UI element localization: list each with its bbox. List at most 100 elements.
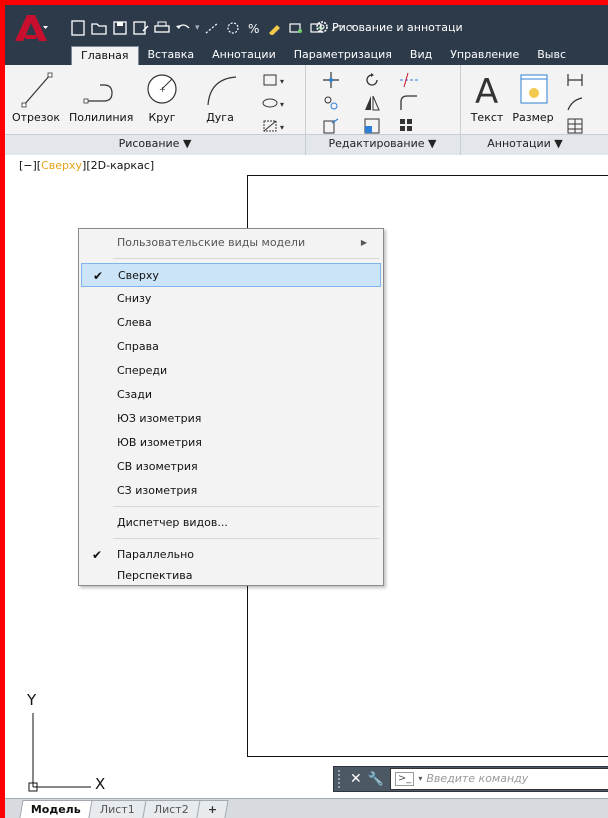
svg-text:+: + — [159, 85, 166, 94]
wrench-icon[interactable]: 🔧 — [368, 772, 384, 787]
arc-tool-button[interactable]: Дуга — [191, 69, 249, 124]
ucs-icon: Y X — [21, 691, 121, 795]
menu-item-custom-model-views[interactable]: Пользовательские виды модели ▶ — [81, 231, 381, 255]
match-properties-icon[interactable] — [203, 19, 221, 37]
menu-item-view-bottom[interactable]: Снизу — [81, 287, 381, 311]
menu-item-view-manager[interactable]: Диспетчер видов... — [81, 511, 381, 535]
layer-icon[interactable] — [224, 19, 242, 37]
viewport-menu-toggle[interactable]: [−][ — [19, 159, 41, 172]
layout-tab-sheet1[interactable]: Лист1 — [88, 800, 147, 818]
viewport-controls[interactable]: [−][Сверху][2D-каркас] — [19, 159, 154, 172]
percent-icon[interactable]: % — [245, 19, 263, 37]
menu-item-view-se-iso[interactable]: ЮВ изометрия — [81, 431, 381, 455]
view-context-menu: Пользовательские виды модели ▶ ✔ Сверху … — [78, 228, 384, 586]
hatch-icon[interactable]: ▾ — [255, 115, 295, 137]
dimension-icon — [520, 74, 548, 104]
text-tool-button[interactable]: A Текст — [465, 69, 509, 124]
menu-item-view-sw-iso[interactable]: ЮЗ изометрия — [81, 407, 381, 431]
tab-output[interactable]: Вывс — [528, 46, 575, 65]
viewport-label-end: ] — [149, 159, 155, 172]
array-icon[interactable] — [393, 115, 433, 137]
line-tool-button[interactable]: Отрезок — [7, 69, 65, 124]
menu-item-label: Сверху — [118, 269, 159, 282]
layout-tab-bar: Модель Лист1 Лист2 + — [5, 798, 608, 818]
visual-style-control[interactable]: 2D-каркас — [91, 159, 150, 172]
polyline-tool-button[interactable]: Полилиния — [69, 69, 133, 124]
menu-item-view-ne-iso[interactable]: СВ изометрия — [81, 455, 381, 479]
open-icon[interactable] — [90, 19, 108, 37]
save-as-icon[interactable] — [132, 19, 150, 37]
ribbon-panel: Отрезок Полилиния + Круг Дуга ▾ ▾ ▾ A Те… — [5, 65, 608, 155]
tab-annotate[interactable]: Аннотации — [203, 46, 285, 65]
annotation-panel-title[interactable]: Аннотации ▼ — [460, 135, 590, 153]
dropdown-arrow-icon[interactable]: ▾ — [418, 769, 422, 789]
stretch-icon[interactable] — [311, 115, 351, 137]
copy-icon[interactable] — [311, 92, 351, 114]
layout-tab-sheet2[interactable]: Лист2 — [142, 800, 201, 818]
menu-item-parallel[interactable]: ✔ Параллельно — [81, 543, 381, 567]
tab-home[interactable]: Главная — [71, 46, 139, 65]
circle-tool-button[interactable]: + Круг — [133, 69, 191, 124]
command-prompt-icon[interactable]: >_ — [394, 772, 415, 786]
move-icon[interactable] — [311, 69, 351, 91]
tab-parametric[interactable]: Параметризация — [285, 46, 401, 65]
menu-item-view-right[interactable]: Справа — [81, 335, 381, 359]
undo-icon[interactable] — [174, 19, 192, 37]
svg-text:%: % — [248, 22, 259, 35]
workspace-switcher[interactable]: Рисование и аннотаци — [315, 16, 463, 38]
tab-view[interactable]: Вид — [401, 46, 441, 65]
rectangle-icon[interactable]: ▾ — [255, 69, 295, 91]
command-line: ✕ 🔧 >_ ▾ Введите команду — [333, 766, 608, 792]
viewport-separator: ][ — [82, 159, 91, 172]
view-control[interactable]: Сверху — [41, 159, 82, 172]
ellipse-icon[interactable]: ▾ — [255, 92, 295, 114]
dropdown-arrow-icon[interactable]: ▾ — [195, 23, 200, 33]
menu-item-view-front[interactable]: Спереди — [81, 359, 381, 383]
line-icon — [21, 72, 53, 108]
gear-icon — [316, 21, 328, 33]
scale-icon[interactable] — [352, 115, 392, 137]
table-icon[interactable] — [561, 115, 601, 137]
tab-insert[interactable]: Вставка — [139, 46, 204, 65]
trim-icon[interactable] — [393, 69, 433, 91]
add-layout-button[interactable]: + — [196, 800, 229, 818]
modify-panel-title[interactable]: Редактирование ▼ — [305, 135, 460, 153]
brush-icon[interactable] — [266, 19, 284, 37]
menu-item-view-nw-iso[interactable]: СЗ изометрия — [81, 479, 381, 503]
menu-item-label: Сзади — [117, 388, 153, 401]
menu-item-label: СВ изометрия — [117, 460, 198, 473]
new-icon[interactable] — [69, 19, 87, 37]
leader-icon[interactable] — [561, 92, 601, 114]
circle-icon: + — [147, 74, 177, 104]
dimension-tool-label: Размер — [512, 111, 554, 124]
print-icon[interactable] — [153, 19, 171, 37]
menu-separator — [113, 258, 379, 259]
draw-panel-title[interactable]: Рисование ▼ — [5, 135, 305, 153]
dimension-tool-button[interactable]: Размер — [509, 69, 557, 124]
tab-manage[interactable]: Управление — [441, 46, 528, 65]
menu-item-view-left[interactable]: Слева — [81, 311, 381, 335]
close-icon[interactable]: ✕ — [350, 771, 362, 787]
rotate-icon[interactable] — [352, 69, 392, 91]
submenu-arrow-icon: ▶ — [360, 238, 367, 247]
layout-tab-model[interactable]: Модель — [19, 800, 93, 818]
line-tool-label: Отрезок — [11, 111, 61, 124]
mirror-icon[interactable] — [352, 92, 392, 114]
menu-item-label: Диспетчер видов... — [117, 516, 228, 529]
linear-dimension-icon[interactable] — [561, 69, 601, 91]
workspace-label: Рисование и аннотаци — [332, 20, 463, 34]
fillet-icon[interactable] — [393, 92, 433, 114]
polyline-icon — [83, 84, 113, 104]
svg-text:▾: ▾ — [280, 123, 284, 132]
application-menu-button[interactable] — [13, 13, 49, 43]
save-icon[interactable] — [111, 19, 129, 37]
menu-item-view-top[interactable]: ✔ Сверху — [81, 263, 381, 287]
menu-item-perspective[interactable]: Перспектива — [81, 567, 381, 587]
arc-tool-label: Дуга — [206, 111, 234, 124]
text-tool-label: Текст — [470, 111, 504, 124]
command-input[interactable]: >_ ▾ Введите команду — [389, 768, 608, 790]
command-line-grip[interactable] — [338, 770, 344, 788]
add-layout-label: + — [207, 803, 217, 816]
block-icon[interactable] — [287, 19, 305, 37]
menu-item-view-back[interactable]: Сзади — [81, 383, 381, 407]
